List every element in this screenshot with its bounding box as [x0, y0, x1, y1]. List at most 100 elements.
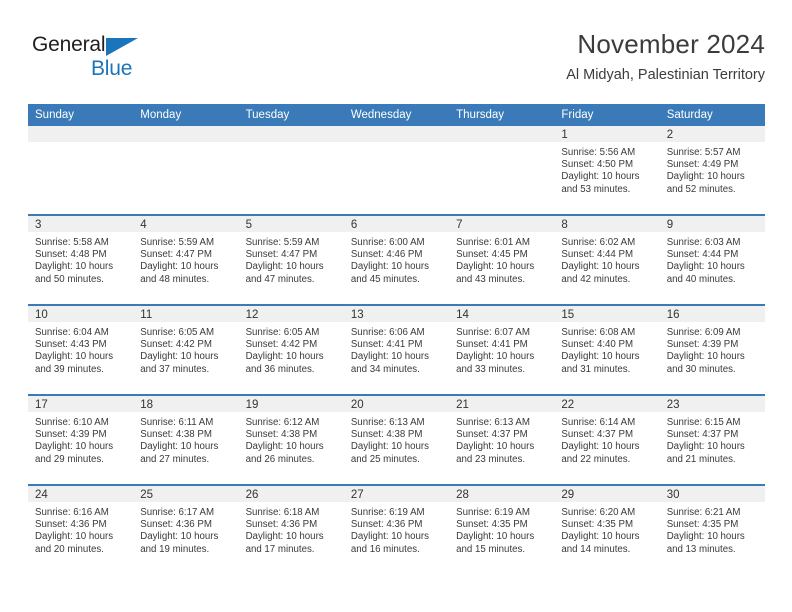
day-number: 4 [133, 216, 239, 232]
day-cell-inner: 4 Sunrise: 5:59 AM Sunset: 4:47 PM Daylight… [133, 216, 239, 304]
daylight-text: Daylight: 10 hours and 30 minutes. [666, 351, 745, 375]
calendar-day-cell[interactable]: 22 Sunrise: 6:14 AM Sunset: 4:37 PM Dayligh… [554, 394, 660, 485]
day-number: 19 [238, 396, 344, 412]
calendar-day-cell[interactable]: 1 Sunrise: 5:56 AM Sunset: 4:50 PM Daylight… [554, 126, 660, 215]
calendar-day-cell[interactable]: 17 Sunrise: 6:10 AM Sunset: 4:39 PM Dayligh… [28, 394, 134, 485]
calendar-day-cell[interactable]: 30 Sunrise: 6:21 AM Sunset: 4:35 PM Dayligh… [659, 484, 765, 574]
day-number: 9 [659, 216, 765, 232]
day-cell-inner: 18 Sunrise: 6:11 AM Sunset: 4:38 PM Dayligh… [133, 396, 239, 484]
sunrise-text: Sunrise: 6:09 AM [666, 327, 741, 338]
day-cell-details: Sunrise: 6:13 AM Sunset: 4:38 PM Daylight:… [344, 412, 449, 466]
sunset-text: Sunset: 4:46 PM [350, 249, 423, 261]
daylight-text: Daylight: 10 hours and 21 minutes. [666, 441, 745, 465]
day-cell-details: Sunrise: 5:57 AM Sunset: 4:49 PM Daylight:… [660, 142, 765, 196]
daylight-text: Daylight: 10 hours and 36 minutes. [245, 351, 324, 375]
day-number: 27 [343, 486, 450, 502]
sunrise-text: Sunrise: 6:02 AM [561, 237, 636, 248]
calendar-day-cell[interactable]: 3 Sunrise: 5:58 AM Sunset: 4:48 PM Daylight… [28, 214, 134, 305]
day-cell-details: Sunrise: 6:19 AM Sunset: 4:35 PM Daylight:… [449, 502, 554, 556]
daylight-text: Daylight: 10 hours and 23 minutes. [456, 441, 535, 465]
sunrise-text: Sunrise: 6:15 AM [666, 417, 741, 428]
calendar-day-cell[interactable]: 24 Sunrise: 6:16 AM Sunset: 4:36 PM Dayligh… [28, 484, 134, 574]
calendar-day-cell[interactable]: 15 Sunrise: 6:08 AM Sunset: 4:40 PM Dayligh… [554, 304, 660, 395]
calendar-day-cell[interactable]: 27 Sunrise: 6:19 AM Sunset: 4:36 PM Dayligh… [343, 484, 450, 574]
day-cell-details: Sunrise: 6:21 AM Sunset: 4:35 PM Daylight:… [660, 502, 765, 556]
calendar-day-cell[interactable]: 13 Sunrise: 6:06 AM Sunset: 4:41 PM Dayligh… [343, 304, 450, 395]
day-cell-inner: 7 Sunrise: 6:01 AM Sunset: 4:45 PM Daylight… [449, 216, 555, 304]
calendar-day-cell[interactable]: 20 Sunrise: 6:13 AM Sunset: 4:38 PM Dayligh… [343, 394, 450, 485]
day-cell-inner: 20 Sunrise: 6:13 AM Sunset: 4:38 PM Dayligh… [343, 396, 450, 484]
calendar-week-row: 24 Sunrise: 6:16 AM Sunset: 4:36 PM Dayligh… [28, 484, 765, 574]
day-cell-details: Sunrise: 6:17 AM Sunset: 4:36 PM Daylight:… [133, 502, 238, 556]
day-cell-details [449, 142, 554, 147]
calendar-day-cell[interactable]: 19 Sunrise: 6:12 AM Sunset: 4:38 PM Dayligh… [238, 394, 344, 485]
sunset-text: Sunset: 4:44 PM [561, 249, 634, 261]
calendar-page: General Blue November 2024 Al Midyah, Pa… [0, 0, 792, 612]
day-cell-inner: 16 Sunrise: 6:09 AM Sunset: 4:39 PM Dayligh… [659, 306, 765, 394]
day-number: 1 [554, 126, 660, 142]
sunrise-text: Sunrise: 6:10 AM [35, 417, 109, 428]
day-cell-inner: 14 Sunrise: 6:07 AM Sunset: 4:41 PM Dayligh… [449, 306, 555, 394]
day-cell-details [344, 142, 449, 147]
sunrise-text: Sunrise: 6:13 AM [456, 417, 530, 428]
calendar-day-cell[interactable]: 8 Sunrise: 6:02 AM Sunset: 4:44 PM Daylight… [554, 214, 660, 305]
sunrise-text: Sunrise: 6:13 AM [350, 417, 425, 428]
day-cell-details [133, 142, 238, 147]
daylight-text: Daylight: 10 hours and 33 minutes. [456, 351, 535, 375]
weekday-header-tuesday: Tuesday [238, 104, 344, 126]
sunset-text: Sunset: 4:37 PM [561, 429, 634, 441]
sunrise-text: Sunrise: 6:04 AM [35, 327, 109, 338]
calendar-day-cell[interactable]: 4 Sunrise: 5:59 AM Sunset: 4:47 PM Daylight… [133, 214, 239, 305]
day-cell-inner: 30 Sunrise: 6:21 AM Sunset: 4:35 PM Dayligh… [659, 486, 765, 574]
calendar-day-cell-empty [449, 126, 555, 215]
daylight-text: Daylight: 10 hours and 45 minutes. [350, 261, 429, 285]
sunrise-text: Sunrise: 6:12 AM [245, 417, 320, 428]
sunrise-text: Sunrise: 6:17 AM [140, 507, 215, 518]
calendar-day-cell[interactable]: 26 Sunrise: 6:18 AM Sunset: 4:36 PM Dayligh… [238, 484, 344, 574]
day-cell-inner [28, 126, 134, 214]
day-cell-details: Sunrise: 6:04 AM Sunset: 4:43 PM Daylight:… [28, 322, 133, 376]
day-number [343, 126, 450, 142]
calendar-day-cell[interactable]: 10 Sunrise: 6:04 AM Sunset: 4:43 PM Dayligh… [28, 304, 134, 395]
day-cell-inner: 26 Sunrise: 6:18 AM Sunset: 4:36 PM Dayligh… [238, 486, 344, 574]
day-number: 20 [343, 396, 450, 412]
day-number [238, 126, 344, 142]
daylight-text: Daylight: 10 hours and 39 minutes. [35, 351, 114, 375]
day-number: 7 [449, 216, 555, 232]
calendar-day-cell[interactable]: 25 Sunrise: 6:17 AM Sunset: 4:36 PM Dayligh… [133, 484, 239, 574]
calendar-day-cell[interactable]: 12 Sunrise: 6:05 AM Sunset: 4:42 PM Dayligh… [238, 304, 344, 395]
calendar-day-cell[interactable]: 16 Sunrise: 6:09 AM Sunset: 4:39 PM Dayligh… [659, 304, 765, 395]
day-number: 14 [449, 306, 555, 322]
calendar-week-row: 1 Sunrise: 5:56 AM Sunset: 4:50 PM Daylight… [28, 126, 765, 215]
calendar-day-cell[interactable]: 14 Sunrise: 6:07 AM Sunset: 4:41 PM Dayligh… [449, 304, 555, 395]
day-cell-inner: 21 Sunrise: 6:13 AM Sunset: 4:37 PM Dayligh… [449, 396, 555, 484]
calendar-day-cell[interactable]: 2 Sunrise: 5:57 AM Sunset: 4:49 PM Daylight… [659, 126, 765, 215]
sunset-text: Sunset: 4:36 PM [350, 519, 423, 531]
day-cell-details: Sunrise: 6:18 AM Sunset: 4:36 PM Daylight:… [239, 502, 344, 556]
day-cell-inner: 15 Sunrise: 6:08 AM Sunset: 4:40 PM Dayligh… [554, 306, 660, 394]
calendar-day-cell[interactable]: 7 Sunrise: 6:01 AM Sunset: 4:45 PM Daylight… [449, 214, 555, 305]
sunset-text: Sunset: 4:48 PM [35, 249, 107, 261]
calendar-day-cell[interactable]: 5 Sunrise: 5:59 AM Sunset: 4:47 PM Daylight… [238, 214, 344, 305]
day-cell-details [28, 142, 133, 147]
sunset-text: Sunset: 4:41 PM [456, 339, 528, 351]
calendar-day-cell[interactable]: 29 Sunrise: 6:20 AM Sunset: 4:35 PM Dayligh… [554, 484, 660, 574]
logo-word-general: General [32, 33, 106, 56]
calendar-day-cell[interactable]: 11 Sunrise: 6:05 AM Sunset: 4:42 PM Dayligh… [133, 304, 239, 395]
daylight-text: Daylight: 10 hours and 26 minutes. [245, 441, 324, 465]
calendar-day-cell[interactable]: 18 Sunrise: 6:11 AM Sunset: 4:38 PM Dayligh… [133, 394, 239, 485]
daylight-text: Daylight: 10 hours and 42 minutes. [561, 261, 640, 285]
day-cell-details: Sunrise: 6:19 AM Sunset: 4:36 PM Daylight:… [344, 502, 449, 556]
daylight-text: Daylight: 10 hours and 14 minutes. [561, 531, 640, 555]
generalblue-logo[interactable]: General Blue [32, 34, 172, 86]
day-cell-details: Sunrise: 6:00 AM Sunset: 4:46 PM Daylight:… [344, 232, 449, 286]
calendar-day-cell[interactable]: 23 Sunrise: 6:15 AM Sunset: 4:37 PM Dayligh… [659, 394, 765, 485]
calendar-day-cell[interactable]: 21 Sunrise: 6:13 AM Sunset: 4:37 PM Dayligh… [449, 394, 555, 485]
calendar-day-cell[interactable]: 28 Sunrise: 6:19 AM Sunset: 4:35 PM Dayligh… [449, 484, 555, 574]
daylight-text: Daylight: 10 hours and 20 minutes. [35, 531, 114, 555]
calendar-header-row: Sunday Monday Tuesday Wednesday Thursday… [28, 104, 765, 126]
day-cell-details: Sunrise: 6:05 AM Sunset: 4:42 PM Daylight:… [133, 322, 238, 376]
daylight-text: Daylight: 10 hours and 37 minutes. [140, 351, 219, 375]
calendar-day-cell[interactable]: 9 Sunrise: 6:03 AM Sunset: 4:44 PM Daylight… [659, 214, 765, 305]
calendar-day-cell[interactable]: 6 Sunrise: 6:00 AM Sunset: 4:46 PM Daylight… [343, 214, 450, 305]
